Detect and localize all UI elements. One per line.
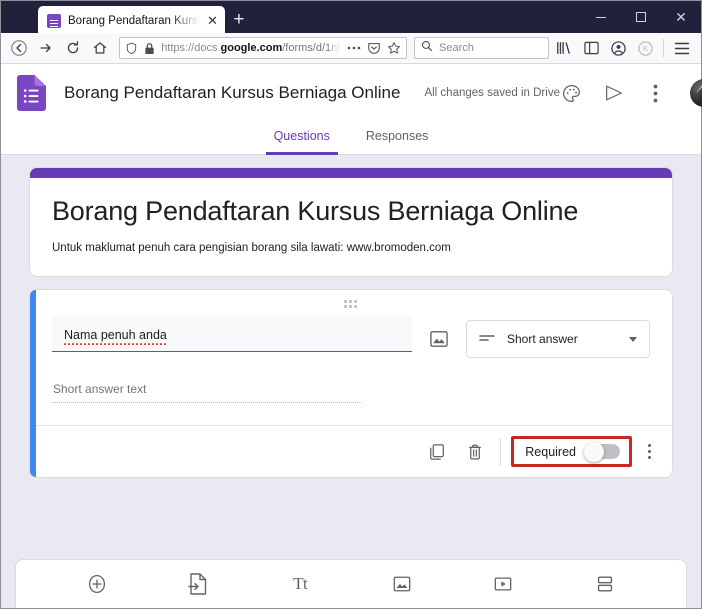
question-footer: Required — [30, 425, 672, 477]
browser-tab[interactable]: Borang Pendaftaran Kursus Ber ✕ — [38, 6, 225, 33]
google-forms-logo-icon — [17, 75, 46, 111]
home-icon[interactable] — [87, 35, 112, 61]
search-input[interactable]: Search — [439, 42, 474, 54]
browser-titlebar: Borang Pendaftaran Kursus Ber ✕ + ✕ — [1, 1, 701, 33]
browser-navbar: https://docs.google.com/forms/d/1nkoz Se… — [1, 33, 701, 64]
add-section-icon[interactable] — [590, 569, 620, 599]
bookmark-star-icon[interactable] — [387, 41, 401, 55]
form-name-title[interactable]: Borang Pendaftaran Kursus Berniaga Onlin… — [64, 83, 400, 103]
add-image-to-question-icon[interactable] — [428, 328, 450, 350]
chevron-down-icon[interactable] — [629, 336, 637, 342]
form-description[interactable]: Untuk maklumat penuh cara pengisian bora… — [52, 242, 650, 254]
pocket-icon[interactable] — [367, 41, 381, 55]
extension-icon[interactable]: K — [632, 35, 658, 61]
short-answer-icon — [479, 330, 495, 348]
duplicate-icon[interactable] — [418, 433, 456, 471]
question-more-options-icon[interactable] — [638, 441, 660, 463]
delete-icon[interactable] — [456, 433, 494, 471]
page-actions-icon[interactable] — [347, 45, 361, 51]
answer-placeholder: Short answer text — [53, 382, 147, 396]
tab-title: Borang Pendaftaran Kursus Ber — [68, 14, 200, 27]
send-icon[interactable] — [602, 81, 626, 105]
forms-tabs: Questions Responses — [1, 122, 701, 155]
forms-app-header: Borang Pendaftaran Kursus Berniaga Onlin… — [1, 64, 702, 122]
toggle-knob — [584, 441, 604, 462]
form-canvas: Borang Pendaftaran Kursus Berniaga Onlin… — [1, 155, 701, 608]
add-title-label: Tt — [293, 574, 308, 593]
svg-text:K: K — [642, 44, 648, 53]
url-text[interactable]: https://docs.google.com/forms/d/1nkoz — [161, 42, 341, 54]
add-video-icon[interactable] — [488, 569, 518, 599]
drag-handle[interactable] — [52, 300, 650, 310]
required-toggle[interactable] — [584, 441, 620, 462]
back-icon[interactable] — [7, 35, 32, 61]
menu-icon[interactable] — [669, 35, 695, 61]
import-questions-icon[interactable] — [183, 569, 213, 599]
required-label: Required — [525, 444, 576, 459]
form-title-card[interactable]: Borang Pendaftaran Kursus Berniaga Onlin… — [29, 167, 673, 277]
question-title-input[interactable]: Nama penuh anda — [52, 316, 412, 352]
maximize-button[interactable] — [621, 1, 661, 33]
sidebar-icon[interactable] — [578, 35, 604, 61]
save-status-text: All changes saved in Drive — [424, 87, 560, 99]
answer-underline — [52, 402, 362, 403]
palette-icon[interactable] — [560, 81, 584, 105]
shield-icon[interactable] — [125, 42, 138, 55]
search-bar[interactable]: Search — [414, 37, 549, 59]
question-title-value: Nama penuh anda — [64, 328, 167, 342]
url-bar[interactable]: https://docs.google.com/forms/d/1nkoz — [119, 37, 407, 59]
window-controls: ✕ — [581, 1, 701, 33]
minimize-button[interactable] — [581, 1, 621, 33]
google-forms-favicon — [47, 13, 61, 28]
new-tab-button[interactable]: + — [225, 6, 253, 33]
navbar-right-icons: K — [551, 35, 695, 61]
add-item-toolbar: Tt — [15, 559, 687, 608]
library-icon[interactable] — [551, 35, 577, 61]
close-window-button[interactable]: ✕ — [661, 1, 701, 33]
browser-window: Borang Pendaftaran Kursus Ber ✕ + ✕ — [0, 0, 702, 609]
question-type-select[interactable]: Short answer — [466, 320, 650, 358]
add-image-icon[interactable] — [387, 569, 417, 599]
footer-divider — [500, 437, 502, 466]
avatar[interactable] — [689, 79, 702, 107]
forms-header-actions — [560, 79, 702, 107]
forward-icon[interactable] — [34, 35, 59, 61]
more-vert-icon[interactable] — [644, 81, 668, 105]
question-type-label: Short answer — [507, 332, 578, 346]
form-title[interactable]: Borang Pendaftaran Kursus Berniaga Onlin… — [52, 196, 650, 227]
add-question-icon[interactable] — [82, 569, 112, 599]
tab-responses[interactable]: Responses — [358, 122, 437, 154]
tab-questions[interactable]: Questions — [265, 122, 339, 155]
required-highlight-box: Required — [511, 436, 632, 467]
toolbar-divider — [663, 39, 664, 57]
add-title-icon[interactable]: Tt — [285, 569, 315, 599]
form-accent-bar — [30, 168, 672, 178]
search-icon — [421, 39, 433, 57]
reload-icon[interactable] — [61, 35, 86, 61]
drag-dots-icon — [344, 300, 358, 308]
question-card[interactable]: Nama penuh anda Short answer Short answe… — [29, 289, 673, 478]
lock-icon[interactable] — [144, 42, 155, 55]
close-tab-icon[interactable]: ✕ — [207, 14, 218, 27]
account-icon[interactable] — [605, 35, 631, 61]
